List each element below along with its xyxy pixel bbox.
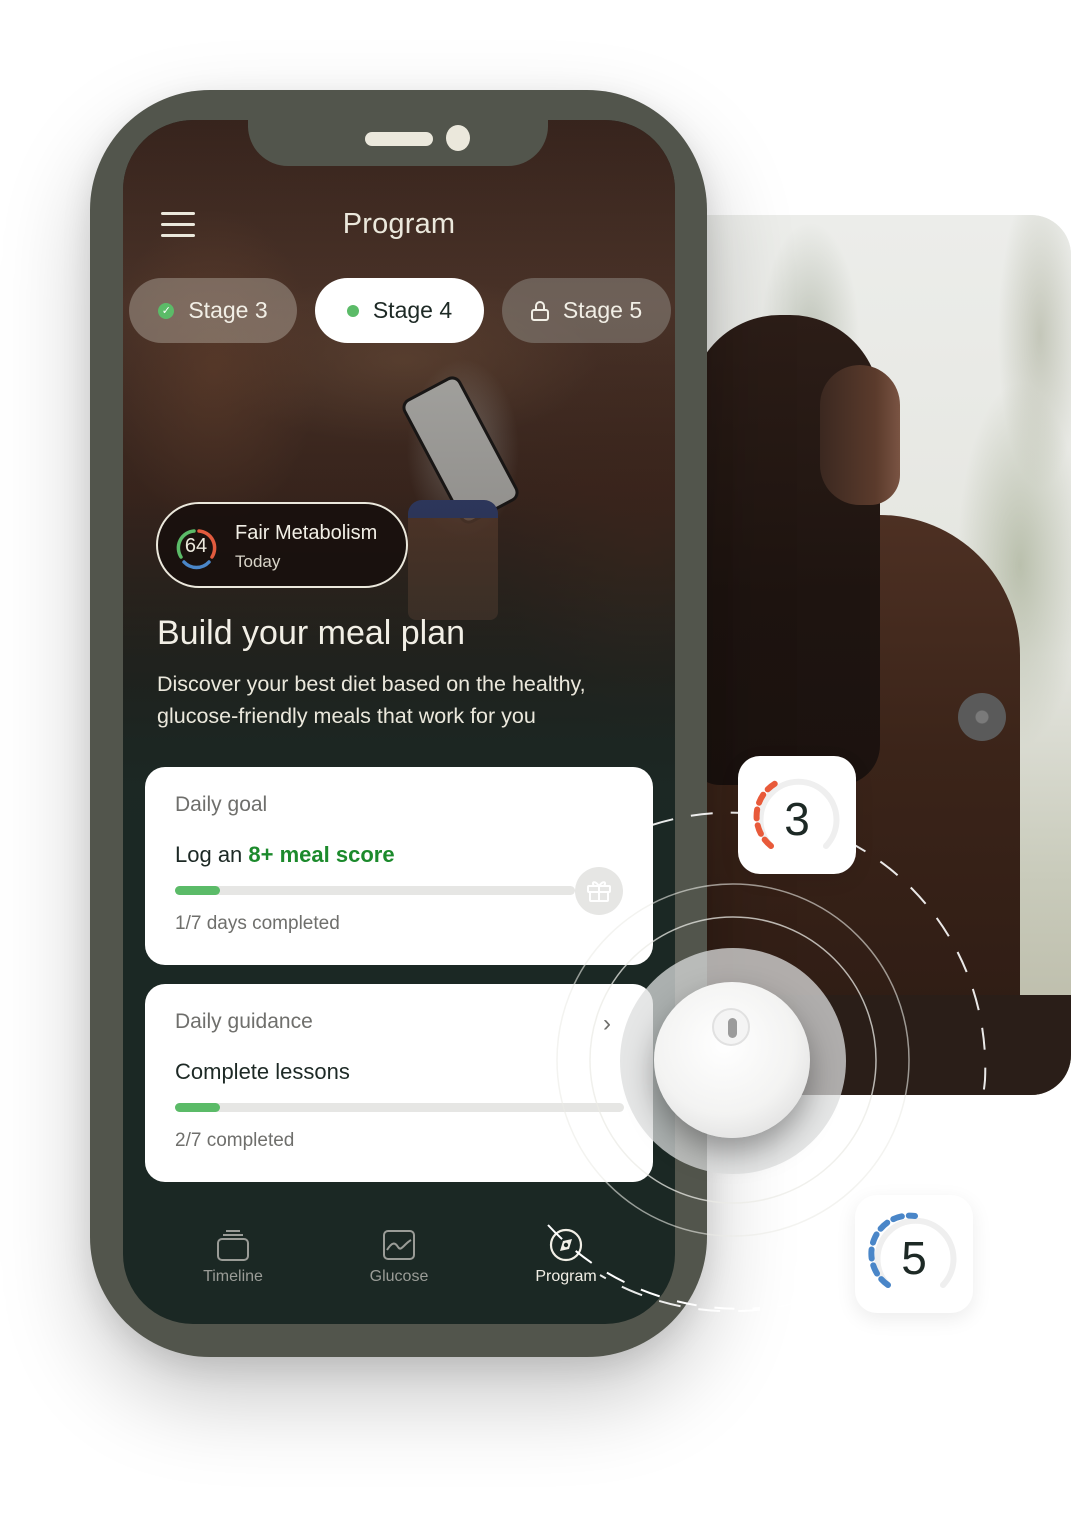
card-title: Complete lessons <box>175 1059 350 1084</box>
lock-icon <box>530 300 549 321</box>
daily-goal-card[interactable]: Daily goal Log an 8+ meal score 1/7 days… <box>145 767 653 965</box>
phone-screen: Program ✓ Stage 3 Stage 4 Stage 5 64 Fai… <box>123 120 675 1324</box>
timeline-icon <box>217 1230 249 1261</box>
tab-label: Stage 5 <box>562 297 643 323</box>
stage-3-number: 3 <box>784 793 810 845</box>
goal-title-prefix: Log an <box>175 842 249 867</box>
glucose-sensor-device <box>654 982 810 1138</box>
chevron-right-icon[interactable]: › <box>603 1010 611 1038</box>
tab-label: Stage 3 <box>188 297 268 323</box>
tab-label: Program <box>535 1268 597 1285</box>
tab-program[interactable]: Program <box>506 1228 626 1286</box>
reward-button[interactable] <box>575 867 623 915</box>
metabolism-subtitle: Today <box>235 552 281 571</box>
goal-progress-fill <box>175 886 220 895</box>
program-compass-icon <box>549 1228 583 1262</box>
metabolism-score-pill[interactable]: 64 Fair Metabolism Today <box>156 502 408 588</box>
guidance-progress-fill <box>175 1103 220 1112</box>
goal-status: 1/7 days completed <box>175 913 340 934</box>
stage-3-badge: 3 <box>738 756 856 874</box>
speaker-grille <box>365 132 433 146</box>
card-title: Log an 8+ meal score <box>175 842 395 868</box>
card-label: Daily goal <box>175 793 268 816</box>
daily-guidance-card[interactable]: Daily guidance › Complete lessons 2/7 co… <box>145 984 653 1182</box>
photo-arm-sensor <box>958 693 1006 741</box>
gift-icon <box>587 881 611 902</box>
hero-description: Discover your best diet based on the hea… <box>157 672 586 728</box>
tab-label: Timeline <box>203 1268 263 1285</box>
hero-heading: Build your meal plan <box>157 614 466 652</box>
page-title: Program <box>342 208 456 240</box>
metabolism-score: 64 <box>184 535 208 557</box>
guidance-progress-bar <box>175 1103 624 1112</box>
tab-label: Stage 4 <box>372 297 453 323</box>
goal-progress-bar <box>175 886 575 895</box>
glucose-chart-icon <box>383 1230 415 1260</box>
tab-label: Glucose <box>369 1268 429 1285</box>
bottom-tab-bar: Timeline Glucose Program <box>123 1220 675 1324</box>
metabolism-title: Fair Metabolism <box>235 522 378 544</box>
card-label: Daily guidance <box>175 1010 313 1033</box>
front-camera <box>446 125 470 151</box>
tab-timeline[interactable]: Timeline <box>173 1228 293 1286</box>
tab-stage-3[interactable]: ✓ Stage 3 <box>129 278 297 343</box>
guidance-status: 2/7 completed <box>175 1130 295 1151</box>
sensor-center <box>712 1008 750 1046</box>
photo-person-head <box>820 365 900 505</box>
tab-stage-4[interactable]: Stage 4 <box>315 278 484 343</box>
tab-glucose[interactable]: Glucose <box>339 1228 459 1286</box>
goal-title-accent: 8+ meal score <box>248 842 395 867</box>
tab-stage-5[interactable]: Stage 5 <box>502 278 671 343</box>
check-circle-icon: ✓ <box>158 302 175 319</box>
active-dot-icon <box>346 304 359 317</box>
phone-notch <box>248 120 548 166</box>
stage-tabs: ✓ Stage 3 Stage 4 Stage 5 <box>129 278 673 344</box>
stage-5-number: 5 <box>901 1232 927 1284</box>
stage-5-badge: 5 <box>855 1195 973 1313</box>
